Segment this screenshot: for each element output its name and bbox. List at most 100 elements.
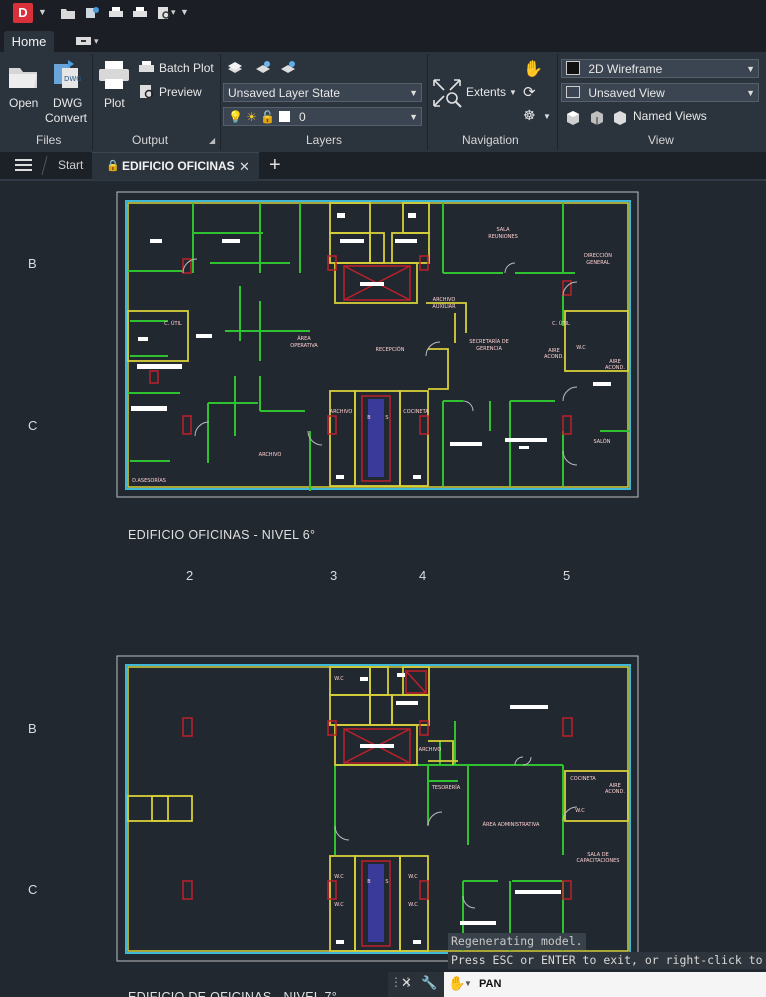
- command-line-bar[interactable]: ⋮⋮ ✕ 🔧 ✋ ▼ PAN: [388, 972, 766, 997]
- tab-start[interactable]: Start: [58, 152, 83, 179]
- label-salon: SALÓN: [594, 438, 611, 445]
- customize-chevron-icon[interactable]: ▼: [180, 7, 189, 17]
- label-aire-left-2: ACOND.: [544, 354, 564, 360]
- close-icon[interactable]: ✕: [401, 975, 412, 991]
- print-icon[interactable]: [108, 6, 124, 20]
- chevron-down-icon: ▼: [409, 88, 418, 98]
- layer-unisolate-icon[interactable]: [279, 60, 297, 76]
- named-views-button[interactable]: Named Views: [633, 109, 707, 123]
- ribbon-tab-row: Home ▾: [0, 28, 766, 52]
- tab-edificio-oficinas[interactable]: 🔒 EDIFICIO OFICINAS ✕: [92, 152, 259, 180]
- nav-more-chevron-icon[interactable]: ▼: [543, 112, 551, 121]
- label-wc-core-2: W.C: [408, 874, 418, 880]
- panel-toggle-icon: [76, 37, 91, 45]
- label-archivo-core: ARCHIVO: [330, 409, 353, 415]
- tab-panel-toggle[interactable]: ▾: [70, 36, 104, 48]
- command-history-status: Regenerating model.: [448, 933, 586, 950]
- close-icon[interactable]: ✕: [239, 153, 250, 180]
- grid-label-5: 5: [563, 568, 571, 583]
- visual-style-dropdown[interactable]: 2D Wireframe ▼: [561, 59, 759, 78]
- navigation-panel-title: Navigation: [462, 133, 519, 147]
- layer-dropdown[interactable]: 💡 ☀ 🔓 0 ▼: [223, 107, 422, 126]
- grid-label-b-level-6: B: [28, 256, 37, 271]
- layer-properties-icon[interactable]: [226, 60, 244, 76]
- preview-button[interactable]: Preview: [159, 85, 202, 99]
- open-folder-icon[interactable]: [60, 6, 76, 20]
- label-archivo: ARCHIVO: [259, 452, 282, 458]
- qat-more-chevron-icon[interactable]: ▾: [171, 7, 176, 18]
- label-area-administrativa: ÁREA ADMINISTRATIVA: [483, 821, 540, 828]
- view-panel-title: View: [648, 133, 674, 147]
- label-tesoreria: TESORERÍA: [431, 784, 461, 791]
- plot-icon[interactable]: [97, 59, 131, 91]
- floor-plan-level-7: W.C ARCHIVO TESORERÍA ÁREA ADMINISTRATIV…: [116, 655, 639, 962]
- preview-icon[interactable]: [138, 84, 155, 99]
- menu-hamburger-icon[interactable]: [15, 159, 32, 172]
- chevron-down-icon: ▼: [746, 88, 755, 98]
- lock-icon: 🔓: [260, 110, 276, 124]
- extents-button[interactable]: Extents: [466, 85, 506, 99]
- label-aire-right-2: ACOND.: [605, 365, 625, 371]
- dwg-convert-icon[interactable]: DWG: [50, 58, 82, 90]
- app-logo[interactable]: D: [13, 3, 33, 23]
- view-icon: [566, 86, 580, 98]
- open-icon[interactable]: [7, 62, 39, 90]
- label-sala: SALA: [496, 227, 510, 233]
- layers-panel-title: Layers: [306, 133, 343, 147]
- named-view-value: Unsaved View: [588, 86, 665, 100]
- label-aire-2: ACOND.: [605, 789, 625, 795]
- recent-commands-chevron-icon[interactable]: ▼: [464, 979, 472, 988]
- app-menu-chevron-icon[interactable]: ▼: [38, 7, 47, 17]
- new-tab-plus-icon[interactable]: +: [269, 152, 281, 179]
- view-cube-icon[interactable]: [565, 110, 581, 126]
- orbit-icon[interactable]: ⟳: [523, 83, 536, 101]
- label-archivo-aux-2: AUXILIAR: [432, 304, 456, 310]
- layer-state-value: Unsaved Layer State: [228, 86, 341, 100]
- label-s: S: [385, 415, 388, 421]
- open-button[interactable]: Open: [9, 96, 38, 110]
- batch-plot-button[interactable]: Batch Plot: [159, 61, 214, 75]
- grid-label-c-level-6: C: [28, 418, 38, 433]
- customize-wrench-icon[interactable]: 🔧: [421, 975, 437, 991]
- label-c-util-right: C. ÚTIL: [552, 320, 570, 327]
- sun-icon: ☀: [246, 110, 258, 124]
- label-wc: W.C: [576, 345, 586, 351]
- sheet-set-icon[interactable]: [84, 6, 100, 20]
- batch-print-icon[interactable]: [132, 6, 148, 20]
- batch-plot-icon[interactable]: [138, 60, 155, 75]
- label-secretaria-2: GERENCIA: [476, 346, 502, 352]
- plot-button[interactable]: Plot: [104, 96, 125, 110]
- plot-preview-icon[interactable]: [156, 6, 172, 20]
- floor-plans: SALA REUNIONES DIRECCIÓN GENERAL ARCHIVO…: [116, 191, 639, 962]
- layer-color-swatch: [278, 111, 290, 122]
- layer-state-dropdown[interactable]: Unsaved Layer State ▼: [223, 83, 422, 102]
- label-wc-core-1: W.C: [334, 874, 344, 880]
- label-area-op-2: OPERATIVA: [290, 343, 318, 349]
- label-s: S: [385, 879, 388, 885]
- layer-isolate-icon[interactable]: [254, 60, 272, 76]
- label-wc-top: W.C: [334, 676, 344, 682]
- label-general: GENERAL: [586, 260, 610, 266]
- pan-hand-icon[interactable]: ✋: [523, 59, 543, 79]
- extents-chevron-icon[interactable]: ▼: [509, 88, 517, 97]
- extents-icon[interactable]: [430, 76, 464, 110]
- steering-wheel-icon[interactable]: ☸: [523, 107, 536, 124]
- dwg-convert-label-1[interactable]: DWG: [53, 96, 82, 110]
- label-sala-2: CAPACITACIONES: [577, 858, 620, 864]
- dwg-convert-label-2[interactable]: Convert: [45, 111, 87, 125]
- label-b: B: [367, 879, 371, 885]
- drawing-canvas[interactable]: SALA REUNIONES DIRECCIÓN GENERAL ARCHIVO…: [0, 181, 766, 997]
- output-expand-icon[interactable]: ◢: [209, 136, 215, 145]
- tab-home[interactable]: Home: [4, 31, 54, 52]
- named-views-icon[interactable]: [612, 110, 628, 126]
- document-tab-bar: Start 🔒 EDIFICIO OFICINAS ✕ +: [0, 152, 766, 181]
- ribbon: Open DWG DWG Convert Files Plot Batch Pl…: [0, 52, 766, 153]
- wireframe-icon: [566, 61, 580, 75]
- label-cocineta: COCINETA: [570, 776, 596, 782]
- named-view-dropdown[interactable]: Unsaved View ▼: [561, 83, 759, 102]
- pan-hand-icon: ✋: [448, 975, 466, 991]
- panel-toggle-chevron-icon: ▾: [94, 36, 99, 46]
- grid-label-2: 2: [186, 568, 194, 583]
- svg-text:DWG: DWG: [64, 75, 82, 83]
- viewport-icon[interactable]: [589, 110, 605, 126]
